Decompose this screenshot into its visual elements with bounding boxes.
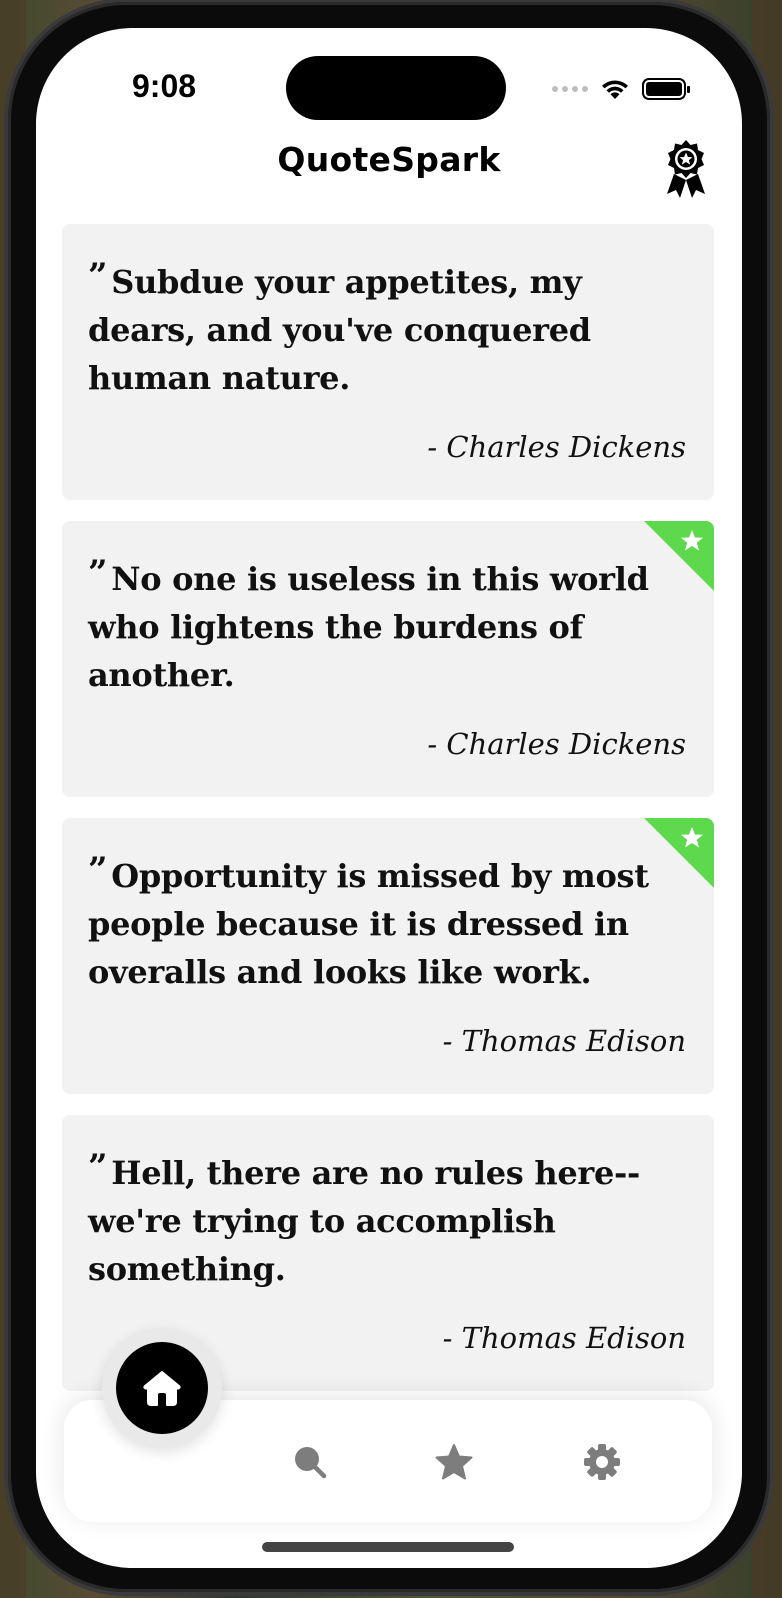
cellular-signal-icon bbox=[552, 86, 588, 92]
gear-icon[interactable] bbox=[582, 1442, 622, 1482]
award-badge-icon[interactable] bbox=[662, 140, 710, 198]
quote-body: No one is useless in this world who ligh… bbox=[88, 560, 649, 694]
quote-list: ” Subdue your appetites, my dears, and yo… bbox=[62, 224, 714, 1412]
quote-body: Opportunity is missed by most people bec… bbox=[88, 857, 649, 991]
wifi-icon bbox=[602, 80, 628, 99]
app-title: QuoteSpark bbox=[277, 140, 501, 179]
star-icon[interactable] bbox=[434, 1442, 474, 1482]
home-tab-button[interactable] bbox=[116, 1342, 208, 1434]
quote-mark-icon: ” bbox=[88, 850, 108, 890]
home-icon bbox=[143, 1371, 181, 1406]
status-time: 9:08 bbox=[132, 68, 197, 104]
quote-text: ” Opportunity is missed by most people be… bbox=[88, 850, 686, 996]
quote-mark-icon: ” bbox=[88, 1147, 108, 1187]
quote-author: - Thomas Edison bbox=[442, 1024, 686, 1058]
quote-text: ” No one is useless in this world who lig… bbox=[88, 553, 686, 699]
search-icon[interactable] bbox=[290, 1442, 330, 1482]
quote-body: Subdue your appetites, my dears, and you… bbox=[88, 263, 591, 397]
status-indicators bbox=[552, 74, 690, 104]
quote-author: - Charles Dickens bbox=[427, 727, 686, 761]
phone-frame: 9:08 QuoteSpark ” Subdue your appetites,… bbox=[8, 2, 770, 1592]
dynamic-island bbox=[286, 56, 506, 120]
favorite-star-icon bbox=[644, 521, 714, 591]
quote-author: - Thomas Edison bbox=[442, 1321, 686, 1355]
quote-card[interactable]: ” No one is useless in this world who lig… bbox=[62, 521, 714, 797]
quote-mark-icon: ” bbox=[88, 553, 108, 593]
quote-author: - Charles Dickens bbox=[427, 430, 686, 464]
app-screen: 9:08 QuoteSpark ” Subdue your appetites,… bbox=[36, 28, 742, 1568]
quote-text: ” Hell, there are no rules here-- we're t… bbox=[88, 1147, 686, 1293]
battery-icon bbox=[642, 78, 690, 100]
quote-text: ” Subdue your appetites, my dears, and yo… bbox=[88, 256, 686, 402]
home-indicator[interactable] bbox=[262, 1542, 514, 1552]
quote-body: Hell, there are no rules here-- we're tr… bbox=[88, 1154, 640, 1288]
favorite-star-icon bbox=[644, 818, 714, 888]
quote-card[interactable]: ” Opportunity is missed by most people be… bbox=[62, 818, 714, 1094]
quote-card[interactable]: ” Subdue your appetites, my dears, and yo… bbox=[62, 224, 714, 500]
quote-mark-icon: ” bbox=[88, 256, 108, 296]
